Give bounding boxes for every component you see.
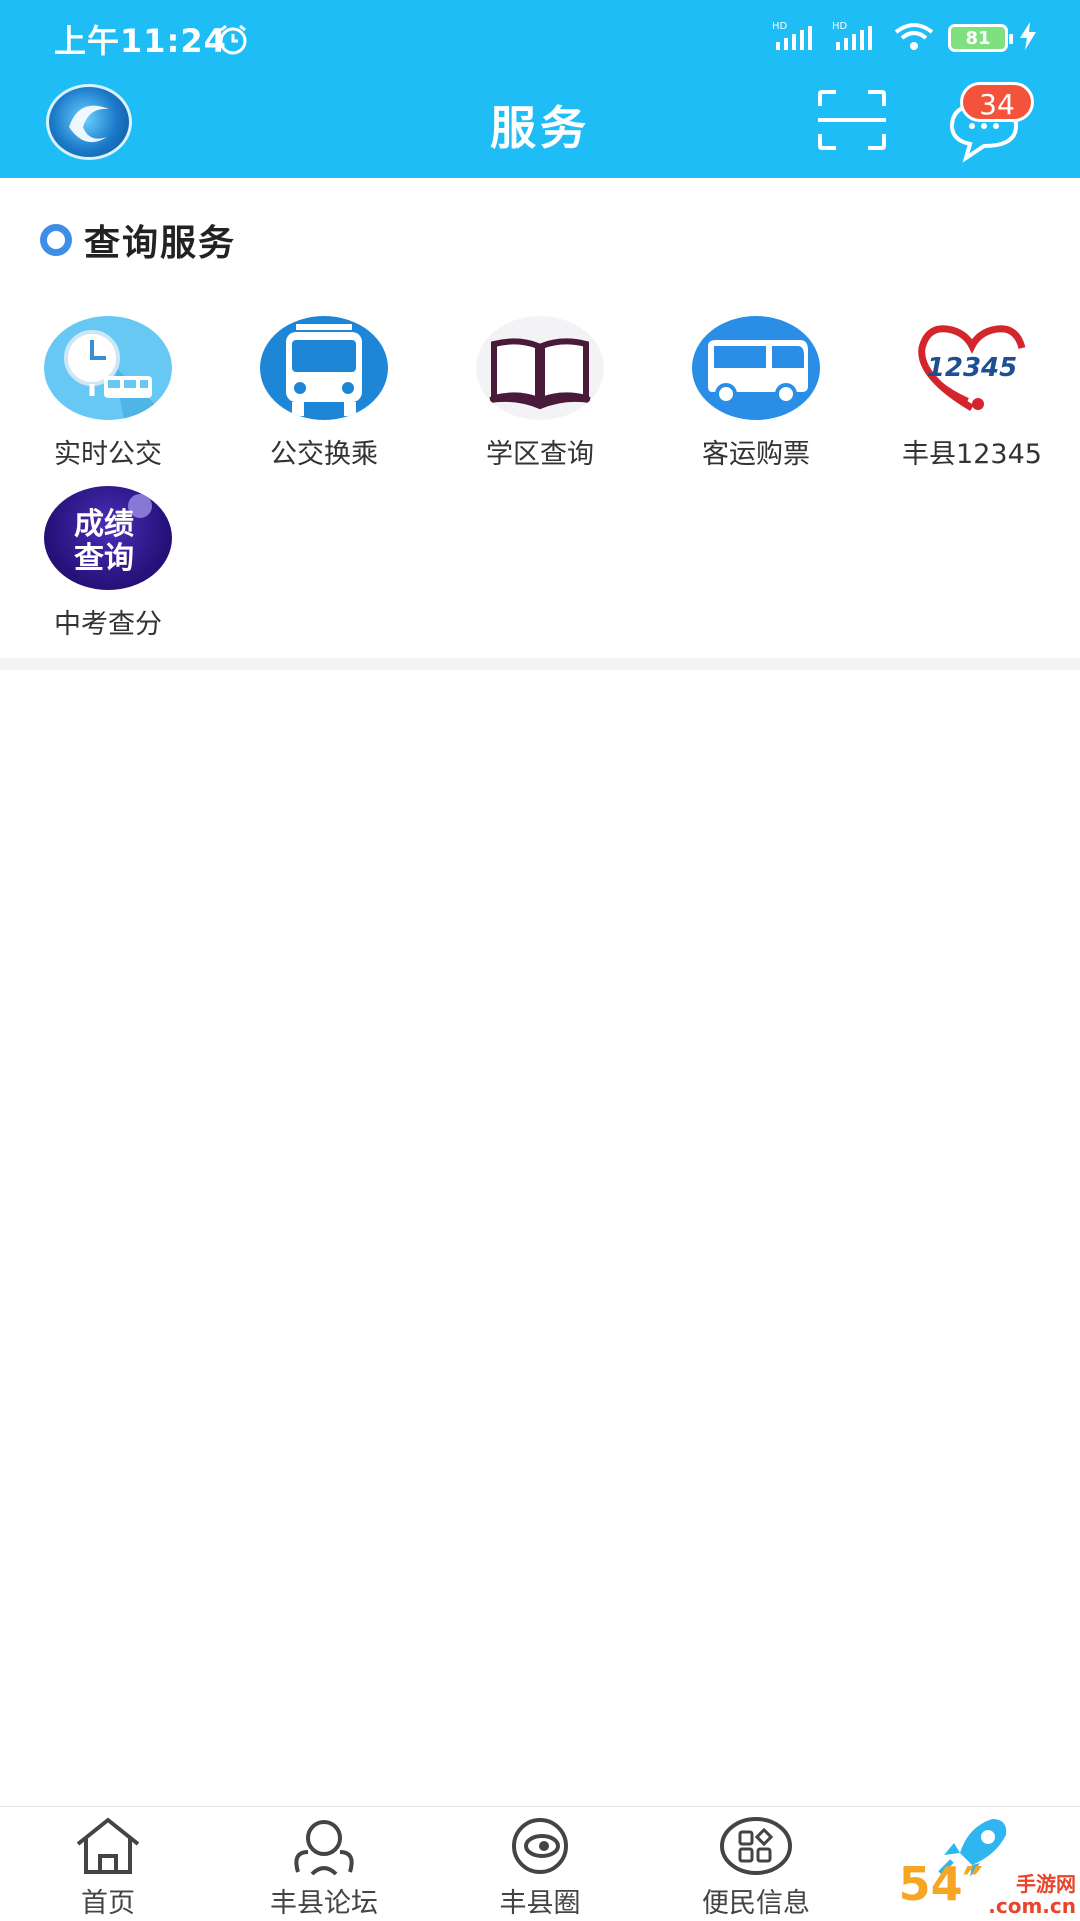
- top-bar: 上午11:24 HD HD 81 服务 34: [0, 0, 1080, 178]
- service-label: 丰县12345: [902, 439, 1042, 470]
- query-services-section: 查询服务 实时公交 公交换乘 学区查询 客运购票 12345 丰县12345 成…: [0, 178, 1080, 658]
- watermark-number: 54″: [898, 1856, 984, 1911]
- signal-icon-2: HD: [832, 20, 880, 56]
- service-label: 学区查询: [486, 439, 594, 470]
- service-realtime-bus[interactable]: 实时公交: [0, 316, 216, 471]
- score-icon-text-2: 查询: [74, 541, 134, 576]
- tab-label: 首页: [81, 1888, 135, 1919]
- app-header: 服务 34: [0, 78, 1080, 178]
- hotline-number: 12345: [927, 353, 1017, 383]
- tab-home[interactable]: 首页: [0, 1815, 216, 1920]
- coach-bus-icon: [692, 316, 820, 420]
- service-label: 公交换乘: [270, 439, 378, 470]
- scan-icon[interactable]: [816, 88, 888, 156]
- apps-icon: [648, 1815, 864, 1877]
- tab-label: 丰县论坛: [270, 1888, 378, 1919]
- tab-circle[interactable]: 丰县圈: [432, 1815, 648, 1920]
- site-watermark: 54″ 手游网 .com.cn: [899, 1857, 1076, 1918]
- watermark-text: 手游网 .com.cn: [988, 1873, 1076, 1917]
- planet-icon: [432, 1815, 648, 1877]
- message-badge: 34: [960, 82, 1034, 122]
- watermark-text-1: 手游网: [1016, 1872, 1076, 1896]
- open-book-icon: [476, 316, 604, 420]
- status-bar: 上午11:24 HD HD 81: [0, 0, 1080, 78]
- wifi-icon: [892, 20, 936, 56]
- svg-text:HD: HD: [832, 21, 848, 32]
- section-title: 查询服务: [84, 223, 237, 264]
- watermark-text-2: .com.cn: [988, 1894, 1076, 1918]
- hotline-12345-icon: 12345: [908, 316, 1036, 420]
- page-title: 服务: [490, 101, 590, 155]
- service-hotline-12345[interactable]: 12345 丰县12345: [864, 316, 1080, 471]
- tab-forum[interactable]: 丰县论坛: [216, 1815, 432, 1920]
- score-icon-text-1: 成绩: [74, 507, 134, 542]
- battery-indicator: 81: [948, 24, 1013, 52]
- bottom-tab-bar: 首页 丰县论坛 丰县圈 便民信息 54″ 手游网 .com.cn: [0, 1806, 1080, 1921]
- tab-label: 丰县圈: [499, 1888, 581, 1919]
- status-icons: HD HD 81: [772, 20, 1036, 56]
- service-bus-transfer[interactable]: 公交换乘: [216, 316, 432, 471]
- forum-icon: [216, 1815, 432, 1877]
- section-dot-icon: [40, 224, 72, 256]
- section-divider: [0, 658, 1080, 670]
- charging-icon: [1020, 22, 1036, 54]
- service-coach-ticket[interactable]: 客运购票: [648, 316, 864, 471]
- bus-clock-icon: [44, 316, 172, 420]
- tab-label: 便民信息: [702, 1888, 810, 1919]
- service-exam-score[interactable]: 成绩 查询 中考查分: [0, 486, 216, 641]
- service-label: 实时公交: [54, 439, 162, 470]
- status-time: 上午11:24: [54, 22, 227, 60]
- section-header: 查询服务: [40, 214, 236, 266]
- home-icon: [0, 1815, 216, 1877]
- score-query-icon: 成绩 查询: [44, 486, 172, 590]
- bus-front-icon: [260, 316, 388, 420]
- svg-text:HD: HD: [772, 21, 788, 32]
- alarm-icon: [216, 22, 250, 60]
- signal-icon: HD: [772, 20, 820, 56]
- service-school-district[interactable]: 学区查询: [432, 316, 648, 471]
- service-label: 客运购票: [702, 439, 810, 470]
- tab-convenience-info[interactable]: 便民信息: [648, 1815, 864, 1920]
- service-label: 中考查分: [54, 609, 162, 640]
